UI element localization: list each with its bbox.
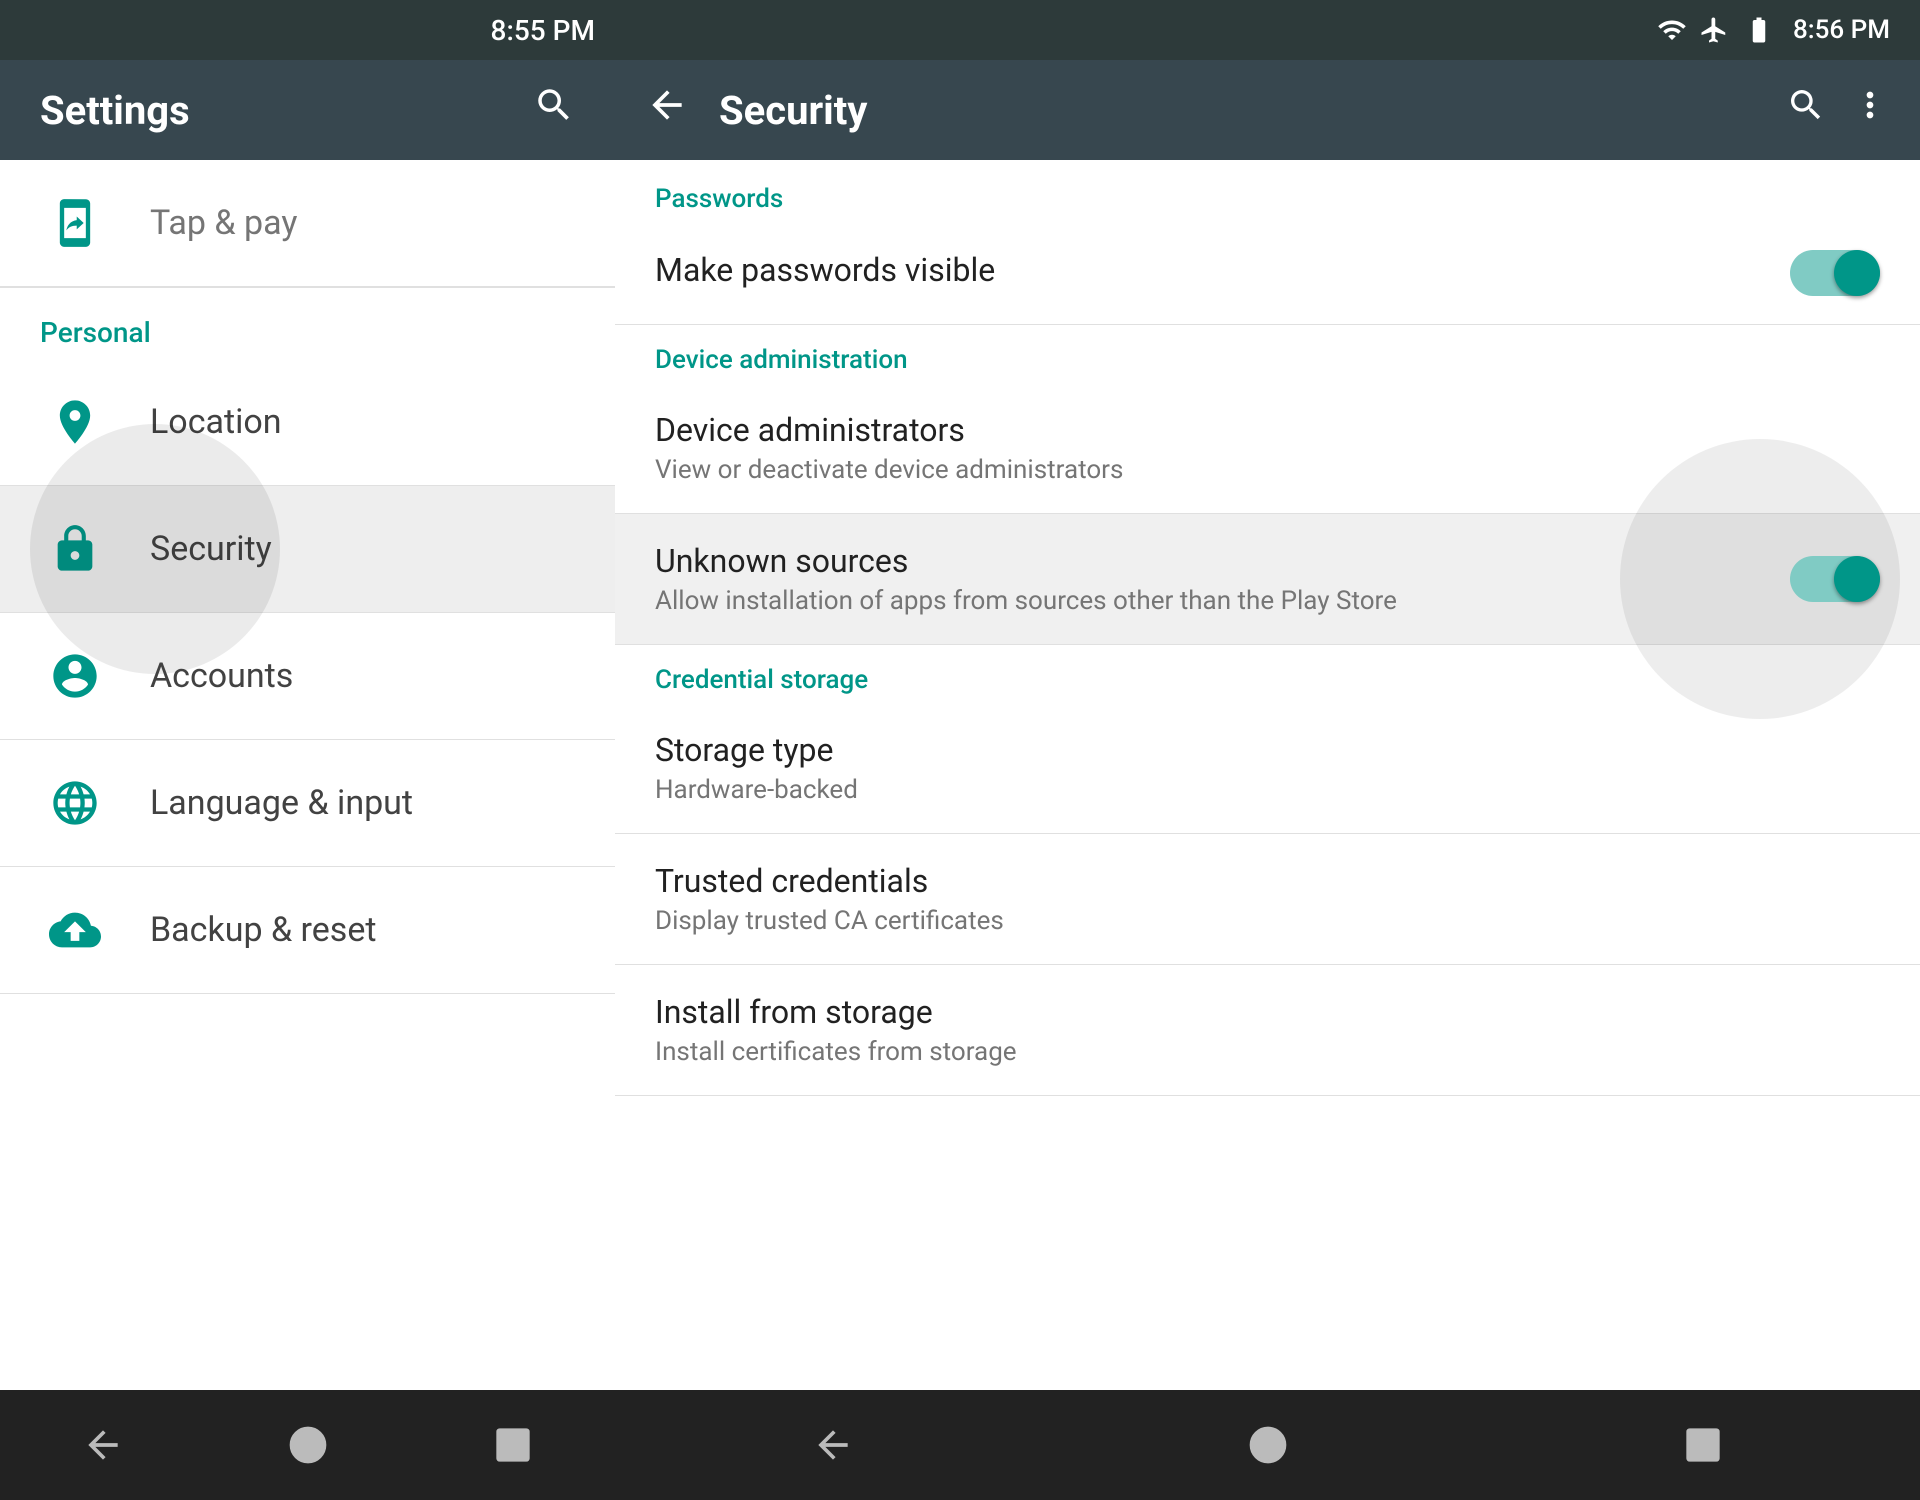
left-panel: 8:55 PM Settings Tap & pay Personal Lo	[0, 0, 615, 1500]
personal-section-header: Personal	[0, 288, 615, 359]
storage-type-title: Storage type	[655, 731, 1880, 769]
toggle-knob	[1834, 250, 1880, 296]
install-from-storage-title: Install from storage	[655, 993, 1880, 1031]
nav-bar-left	[0, 1390, 615, 1500]
back-button-right[interactable]	[803, 1415, 863, 1475]
more-icon-right[interactable]	[1850, 85, 1890, 135]
credential-storage-section-title: Credential storage	[655, 665, 868, 695]
device-admin-section-header: Device administration	[615, 325, 1920, 383]
right-panel: 8:56 PM Security Passwords	[615, 0, 1920, 1500]
trusted-credentials-subtitle: Display trusted CA certificates	[655, 906, 1880, 936]
passwords-section-title: Passwords	[655, 184, 783, 214]
device-admin-section-title: Device administration	[655, 345, 908, 375]
settings-item-accounts[interactable]: Accounts	[0, 613, 615, 740]
tap-pay-label: Tap & pay	[150, 203, 297, 243]
device-administrators-title: Device administrators	[655, 411, 1880, 449]
search-icon-left[interactable]	[533, 84, 575, 137]
trusted-credentials-item[interactable]: Trusted credentials Display trusted CA c…	[615, 834, 1920, 965]
home-button-left[interactable]	[278, 1415, 338, 1475]
install-from-storage-subtitle: Install certificates from storage	[655, 1037, 1880, 1067]
security-page-title: Security	[719, 87, 1786, 134]
wifi-icon	[1657, 15, 1687, 45]
settings-title: Settings	[40, 87, 190, 134]
status-time-left: 8:55 PM	[491, 14, 595, 47]
search-icon-right[interactable]	[1786, 85, 1826, 135]
spacer-left	[0, 994, 615, 1390]
make-passwords-text: Make passwords visible	[655, 251, 1790, 295]
toggle-knob-unknown	[1834, 556, 1880, 602]
home-button-right[interactable]	[1238, 1415, 1298, 1475]
make-passwords-toggle[interactable]	[1790, 250, 1880, 296]
language-icon	[40, 768, 110, 838]
storage-type-item[interactable]: Storage type Hardware-backed	[615, 703, 1920, 834]
recents-button-left[interactable]	[483, 1415, 543, 1475]
recents-button-right[interactable]	[1673, 1415, 1733, 1475]
trusted-credentials-title: Trusted credentials	[655, 862, 1880, 900]
security-content: Passwords Make passwords visible Device …	[615, 160, 1920, 1390]
tap-pay-icon	[40, 188, 110, 258]
passwords-section-header: Passwords	[615, 160, 1920, 222]
language-label: Language & input	[150, 783, 413, 823]
back-button-left[interactable]	[73, 1415, 133, 1475]
status-bar-left: 8:55 PM	[0, 0, 615, 60]
trusted-credentials-text: Trusted credentials Display trusted CA c…	[655, 862, 1880, 936]
top-bar-left: Settings	[0, 60, 615, 160]
unknown-sources-item[interactable]: Unknown sources Allow installation of ap…	[615, 514, 1920, 645]
top-bar-right: Security	[615, 60, 1920, 160]
accounts-icon	[40, 641, 110, 711]
storage-type-subtitle: Hardware-backed	[655, 775, 1880, 805]
back-button-top-right[interactable]	[645, 83, 689, 138]
airplane-icon	[1699, 15, 1729, 45]
make-passwords-title: Make passwords visible	[655, 251, 1790, 289]
nav-bar-right	[615, 1390, 1920, 1500]
backup-icon	[40, 895, 110, 965]
status-bar-right: 8:56 PM	[615, 0, 1920, 60]
settings-item-language[interactable]: Language & input	[0, 740, 615, 867]
action-icons	[1786, 85, 1890, 135]
settings-item-backup[interactable]: Backup & reset	[0, 867, 615, 994]
tap-pay-item[interactable]: Tap & pay	[0, 160, 615, 287]
personal-section-title: Personal	[40, 316, 151, 349]
status-icons-right	[1657, 15, 1777, 45]
battery-icon	[1741, 15, 1777, 45]
status-time-right: 8:56 PM	[1793, 15, 1890, 45]
unknown-sources-toggle[interactable]	[1790, 556, 1880, 602]
accounts-label: Accounts	[150, 656, 293, 696]
make-passwords-visible-item[interactable]: Make passwords visible	[615, 222, 1920, 325]
backup-label: Backup & reset	[150, 910, 377, 950]
install-from-storage-item[interactable]: Install from storage Install certificate…	[615, 965, 1920, 1096]
storage-type-text: Storage type Hardware-backed	[655, 731, 1880, 805]
settings-item-security[interactable]: Security	[0, 486, 615, 613]
install-from-storage-text: Install from storage Install certificate…	[655, 993, 1880, 1067]
